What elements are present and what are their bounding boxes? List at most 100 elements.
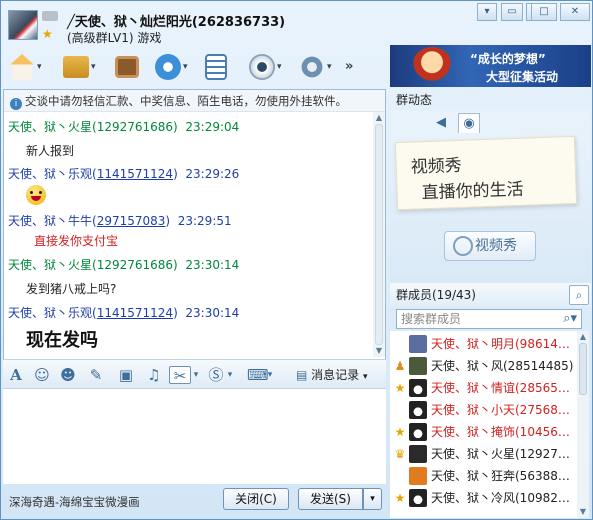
font-icon[interactable]: A (7, 366, 25, 384)
member-row[interactable]: ♛ 天使、狱丶火星(1292761... (390, 443, 577, 465)
sender-id-link[interactable]: 297157083 (97, 214, 166, 228)
image-icon[interactable]: ▣ (117, 366, 135, 384)
star-icon: ★ (394, 491, 406, 505)
post-icon (205, 54, 227, 80)
scroll-down-icon[interactable]: ▼ (373, 345, 385, 357)
sender-name[interactable]: 天使、狱丶牛牛 (8, 214, 92, 228)
chevron-down-icon[interactable]: ▾ (277, 62, 282, 72)
sender-name[interactable]: 天使、狱丶火星 (8, 258, 92, 272)
member-scrollbar[interactable]: ▲ ▼ (577, 331, 589, 518)
sender-name[interactable]: 天使、狱丶乐观 (8, 167, 92, 181)
send-options-chevron-icon[interactable]: ▾ (363, 488, 382, 510)
member-name: 天使、狱丶掩饰(1045612... (431, 425, 577, 439)
chevron-down-icon[interactable]: ▾ (183, 62, 188, 72)
album-button[interactable] (115, 51, 139, 83)
member-name: 天使、狱丶冷风(1098235... (431, 491, 577, 505)
message-history-button[interactable]: ▤ 消息记录 ▾ (296, 366, 368, 383)
shake-icon[interactable]: ⌨ (247, 366, 269, 384)
voice-button[interactable]: ▾ (155, 51, 188, 83)
info-icon: i (10, 98, 22, 110)
emoji-icon[interactable]: ☺ (33, 366, 51, 384)
folder-button[interactable]: ▾ (63, 51, 96, 83)
home-button[interactable]: ▾ (9, 51, 42, 83)
message-time: 23:29:26 (185, 167, 240, 181)
close-window-button[interactable]: ✕ (560, 3, 590, 21)
scroll-up-icon[interactable]: ▲ (577, 331, 589, 343)
member-row[interactable]: 天使、狱丶狂奔(5638879... (390, 465, 577, 487)
magic-face-icon[interactable]: ☻ (59, 366, 77, 384)
scroll-thumb[interactable] (579, 343, 587, 395)
chat-scrollbar[interactable]: ▲ ▼ (373, 112, 385, 357)
message-header: 天使、狱丶乐观(1141571124) 23:29:26 (8, 167, 240, 181)
screenshot-scissors-icon[interactable]: ✂ (169, 366, 191, 385)
toolbar-more-button[interactable]: » (345, 59, 353, 74)
member-row[interactable]: ★ 天使、狱丶冷风(1098235... (390, 487, 577, 509)
message-header: 天使、狱丶火星(1292761686) 23:29:04 (8, 118, 239, 135)
chevron-down-icon[interactable]: ▾ (191, 366, 201, 384)
gear-icon (299, 54, 325, 80)
music-icon[interactable]: ♫ (145, 366, 163, 384)
promo-banner[interactable]: “成长的梦想” 大型征集活动 (390, 45, 591, 87)
scroll-thumb[interactable] (375, 124, 383, 345)
member-row[interactable]: ★ 天使、狱丶情谊(2856549... (390, 377, 577, 399)
video-show-button[interactable]: 视频秀 (444, 231, 536, 261)
post-button[interactable] (205, 51, 227, 83)
scroll-up-icon[interactable]: ▲ (373, 112, 385, 124)
restore-button[interactable]: ▭ (501, 3, 523, 21)
badge-slot (393, 403, 407, 417)
webcam-button[interactable]: ▾ (249, 51, 282, 83)
main-toolbar: ▾ ▾ ▾ ▾ ▾ (1, 47, 386, 89)
group-subtitle: (高级群LV1) 游戏 (67, 31, 162, 45)
member-row[interactable]: 天使、狱丶明月(9861435... (390, 333, 577, 355)
sender-id-link[interactable]: 1141571124 (97, 306, 173, 320)
edit-icon[interactable]: ✎ (87, 366, 105, 384)
close-button[interactable]: 关闭(C) (223, 488, 289, 510)
member-list: 天使、狱丶明月(9861435... ♟ 天使、狱丶风(28514485) ★ 天使、狱… (390, 331, 577, 518)
settings-button[interactable]: ▾ (299, 51, 332, 83)
scroll-down-icon[interactable]: ▼ (577, 506, 589, 518)
video-show-tab-icon[interactable]: ◉ (458, 113, 480, 133)
member-row[interactable]: ♟ 天使、狱丶风(28514485) (390, 355, 577, 377)
ad-link[interactable]: 深海奇遇-海绵宝宝微漫画 (9, 494, 140, 510)
chevron-down-icon[interactable]: ▾ (91, 62, 96, 72)
banner-line-2: 大型征集活动 (486, 70, 559, 84)
video-line-1: 视频秀 (410, 155, 463, 178)
group-avatar[interactable] (8, 10, 38, 40)
member-name: 天使、狱丶火星(1292761... (431, 447, 577, 461)
penguin-avatar-icon (409, 423, 427, 441)
message-time: 23:30:14 (185, 258, 240, 272)
member-row[interactable]: ★ 天使、狱丶掩饰(1045612... (390, 421, 577, 443)
message-body: 发到猪八戒上吗? (26, 282, 117, 296)
member-row[interactable]: 天使、狱丶小天(2756875... (390, 399, 577, 421)
message-input[interactable] (3, 389, 386, 484)
webcam-icon (249, 54, 275, 80)
home-icon (9, 54, 35, 80)
sender-id: (1292761686) (92, 258, 178, 272)
chevron-down-icon[interactable]: ▾ (37, 62, 42, 72)
send-button[interactable]: 发送(S) (298, 488, 363, 510)
chat-window: ★ ╱天使、狱丶灿烂阳光(262836733) (高级群LV1) 游戏 ▾ ▭ … (0, 0, 593, 520)
chevron-down-icon[interactable]: ▾ (225, 366, 235, 384)
sender-name[interactable]: 天使、狱丶乐观 (8, 306, 92, 320)
member-search-input[interactable]: 搜索群成员 ⌕▾ (396, 309, 582, 329)
message-body (26, 185, 46, 208)
member-avatar (409, 357, 427, 375)
sender-name[interactable]: 天使、狱丶火星 (8, 120, 92, 134)
member-avatar (409, 467, 427, 485)
search-icon[interactable]: ⌕▾ (563, 310, 577, 328)
speaker-icon[interactable]: ◀ (430, 113, 452, 133)
group-news-header: 群动态 (396, 93, 433, 107)
search-placeholder: 搜索群成员 (401, 312, 462, 326)
folder-icon (63, 56, 89, 78)
gift-icon[interactable]: Ⓢ (207, 366, 225, 384)
penguin-avatar-icon (409, 379, 427, 397)
sender-id-link[interactable]: 1141571124 (97, 167, 173, 181)
chevron-down-icon[interactable]: ▾ (265, 366, 275, 384)
menu-dropdown-button[interactable]: ▾ (477, 3, 497, 21)
chevron-down-icon[interactable]: ▾ (327, 62, 332, 72)
bottom-bar: 深海奇遇-海绵宝宝微漫画 关闭(C) 发送(S) ▾ (1, 485, 388, 519)
search-icon[interactable]: ⌕ (569, 285, 589, 305)
penguin-avatar-icon (409, 401, 427, 419)
message-header: 天使、狱丶牛牛(297157083) 23:29:51 (8, 214, 232, 228)
maximize-button[interactable]: □ (531, 3, 557, 21)
